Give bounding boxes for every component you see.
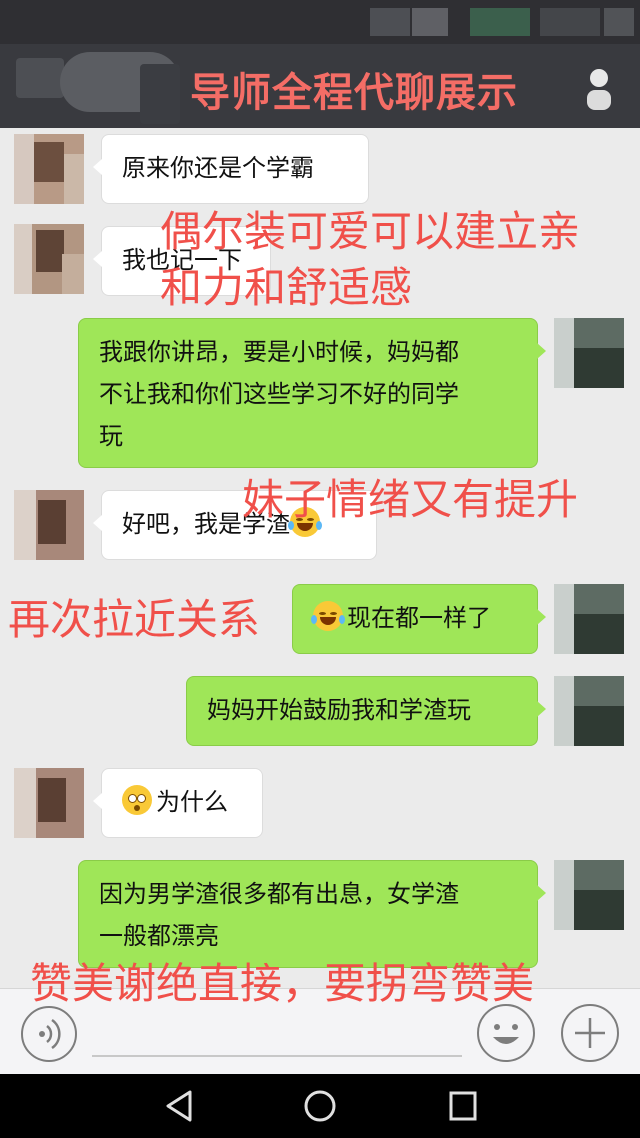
annotation-text: 偶尔装可爱可以建立亲 xyxy=(160,207,581,256)
signal-icon xyxy=(370,8,410,36)
battery-icon xyxy=(604,8,634,36)
contact-name-blur-2 xyxy=(140,64,180,124)
flushed-emoji-icon xyxy=(122,785,152,815)
text-input-line[interactable] xyxy=(92,1055,462,1057)
status-bar xyxy=(0,0,640,44)
message-text: 为什么 xyxy=(156,788,228,816)
contact-avatar[interactable] xyxy=(14,224,84,294)
message-bubble[interactable]: 原来你还是个学霸 xyxy=(93,134,369,204)
my-avatar[interactable] xyxy=(554,860,624,930)
message-bubble[interactable]: 因为男学渣很多都有出息，女学渣 一般都漂亮 xyxy=(78,860,546,968)
my-avatar[interactable] xyxy=(554,584,624,654)
annotation-text: 再次拉近关系 xyxy=(8,595,261,644)
plus-icon[interactable] xyxy=(560,1003,620,1063)
contact-avatar[interactable] xyxy=(14,490,84,560)
home-nav-icon[interactable] xyxy=(302,1088,338,1124)
back-nav-icon[interactable] xyxy=(162,1088,196,1124)
profile-icon[interactable] xyxy=(584,66,614,110)
my-avatar[interactable] xyxy=(554,676,624,746)
contact-avatar[interactable] xyxy=(14,768,84,838)
message-bubble[interactable]: 我跟你讲昂，要是小时候，妈妈都 不让我和你们这些学习不好的同学 玩 xyxy=(78,318,546,468)
navigation-bar xyxy=(0,1074,640,1138)
message-text: 现在都一样了 xyxy=(347,604,491,632)
laughing-crying-emoji-icon xyxy=(311,601,345,631)
message-bubble[interactable]: 妈妈开始鼓励我和学渣玩 xyxy=(186,676,546,746)
wifi-icon xyxy=(412,8,448,36)
annotation-text: 赞美谢绝直接，要拐弯赞美 xyxy=(30,959,535,1008)
back-button[interactable] xyxy=(16,58,64,98)
network-icon xyxy=(470,8,530,36)
page-title: 导师全程代聊展示 xyxy=(190,70,518,116)
message-bubble[interactable]: 现在都一样了 xyxy=(292,584,546,654)
annotation-text: 妹子情绪又有提升 xyxy=(242,475,579,524)
emoji-icon[interactable] xyxy=(476,1003,536,1063)
message-bubble[interactable]: 为什么 xyxy=(93,768,263,838)
voice-icon[interactable] xyxy=(20,1005,78,1063)
recents-nav-icon[interactable] xyxy=(446,1088,480,1124)
time-blur xyxy=(540,8,600,36)
contact-avatar[interactable] xyxy=(14,134,84,204)
chat-area: 原来你还是个学霸 我也记一下 偶尔装可爱可以建立亲 和力和舒适感 我跟你讲昂，要… xyxy=(0,128,640,1008)
annotation-text: 和力和舒适感 xyxy=(160,263,413,312)
my-avatar[interactable] xyxy=(554,318,624,388)
